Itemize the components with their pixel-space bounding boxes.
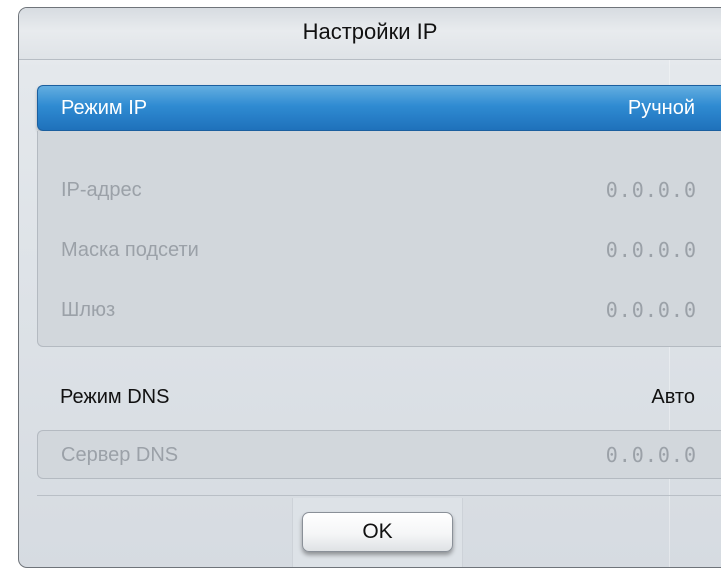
ip-mode-label: Режим IP (61, 97, 148, 119)
button-area: OK (292, 498, 463, 567)
dns-mode-value: Авто (651, 386, 695, 408)
ok-button[interactable]: OK (302, 512, 453, 552)
ip-address-row[interactable]: IP-адрес 0.0.0.0 (38, 170, 721, 210)
dns-server-value: 0.0.0.0 (605, 443, 697, 467)
gateway-label: Шлюз (61, 299, 116, 321)
dns-mode-row[interactable]: Режим DNS Авто (37, 375, 721, 421)
dns-server-group: Сервер DNS 0.0.0.0 (37, 430, 721, 479)
subnet-mask-label: Маска подсети (61, 239, 199, 261)
dialog-title: Настройки IP (302, 19, 438, 44)
dns-mode-label: Режим DNS (60, 386, 170, 408)
ip-fields-group: IP-адрес 0.0.0.0 Маска подсети 0.0.0.0 Ш… (37, 131, 721, 347)
title-bar: Настройки IP (19, 8, 721, 60)
gateway-row[interactable]: Шлюз 0.0.0.0 (38, 290, 721, 330)
dns-server-row[interactable]: Сервер DNS 0.0.0.0 (38, 435, 721, 475)
ip-address-label: IP-адрес (61, 179, 142, 201)
ip-address-value: 0.0.0.0 (605, 178, 697, 202)
ip-settings-dialog: Настройки IP Режим IP Ручной IP-адрес 0.… (18, 7, 721, 568)
subnet-mask-row[interactable]: Маска подсети 0.0.0.0 (38, 230, 721, 270)
ip-mode-value: Ручной (627, 97, 695, 119)
footer-divider (37, 495, 721, 496)
dns-server-label: Сервер DNS (61, 444, 179, 466)
ip-mode-row[interactable]: Режим IP Ручной (37, 85, 721, 131)
subnet-mask-value: 0.0.0.0 (605, 238, 697, 262)
gateway-value: 0.0.0.0 (605, 298, 697, 322)
